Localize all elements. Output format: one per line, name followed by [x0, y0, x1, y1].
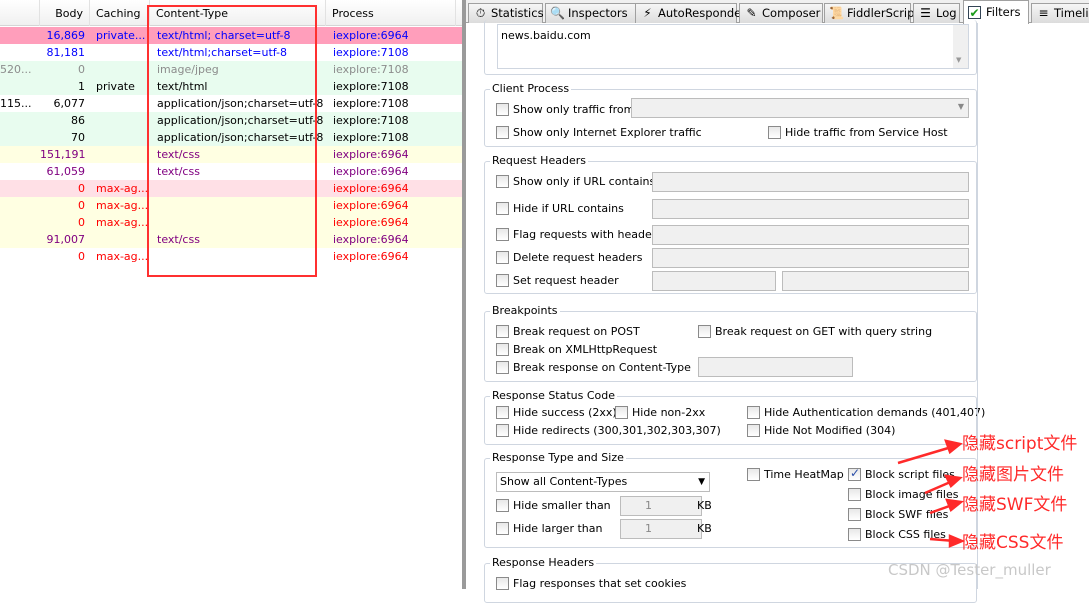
annotation-swf: 隐藏SWF文件: [962, 495, 1068, 515]
annotation-image: 隐藏图片文件: [962, 465, 1064, 485]
annotation-script: 隐藏script文件: [962, 434, 1078, 454]
annotation-arrows: [897, 439, 966, 548]
watermark: CSDN @Tester_muller: [888, 561, 1051, 579]
arrow-script: [897, 444, 956, 465]
annotation-css: 隐藏CSS文件: [962, 533, 1064, 553]
